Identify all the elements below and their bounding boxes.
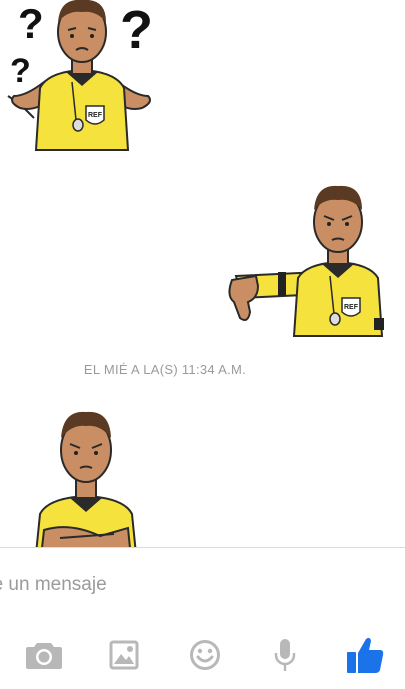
composer-toolbar [0,630,405,680]
confused-referee-sticker[interactable]: ? ? ? REF [0,0,170,155]
svg-text:REF: REF [344,304,359,311]
gallery-button[interactable] [100,630,148,680]
message-input[interactable] [0,572,362,598]
emoji-button[interactable] [181,630,229,680]
svg-text:?: ? [120,0,153,60]
camera-icon [26,643,62,669]
microphone-button[interactable] [261,630,309,680]
emoji-icon [190,640,220,670]
like-button[interactable] [341,630,389,680]
message-thread[interactable]: ? ? ? REF REF EL MIÉ A LA(S) 11:34 A.M. [0,0,405,548]
like-icon [347,637,384,673]
angry-arms-crossed-referee-sticker[interactable] [30,404,150,548]
gallery-icon [109,640,139,670]
svg-text:REF: REF [88,112,103,119]
camera-button[interactable] [20,630,68,680]
composer-divider [0,547,405,548]
svg-text:?: ? [10,52,31,90]
message-timestamp: EL MIÉ A LA(S) 11:34 A.M. [83,362,247,377]
thumbs-down-referee-sticker[interactable]: REF [228,180,393,340]
svg-text:?: ? [18,0,44,47]
microphone-icon [274,639,296,671]
